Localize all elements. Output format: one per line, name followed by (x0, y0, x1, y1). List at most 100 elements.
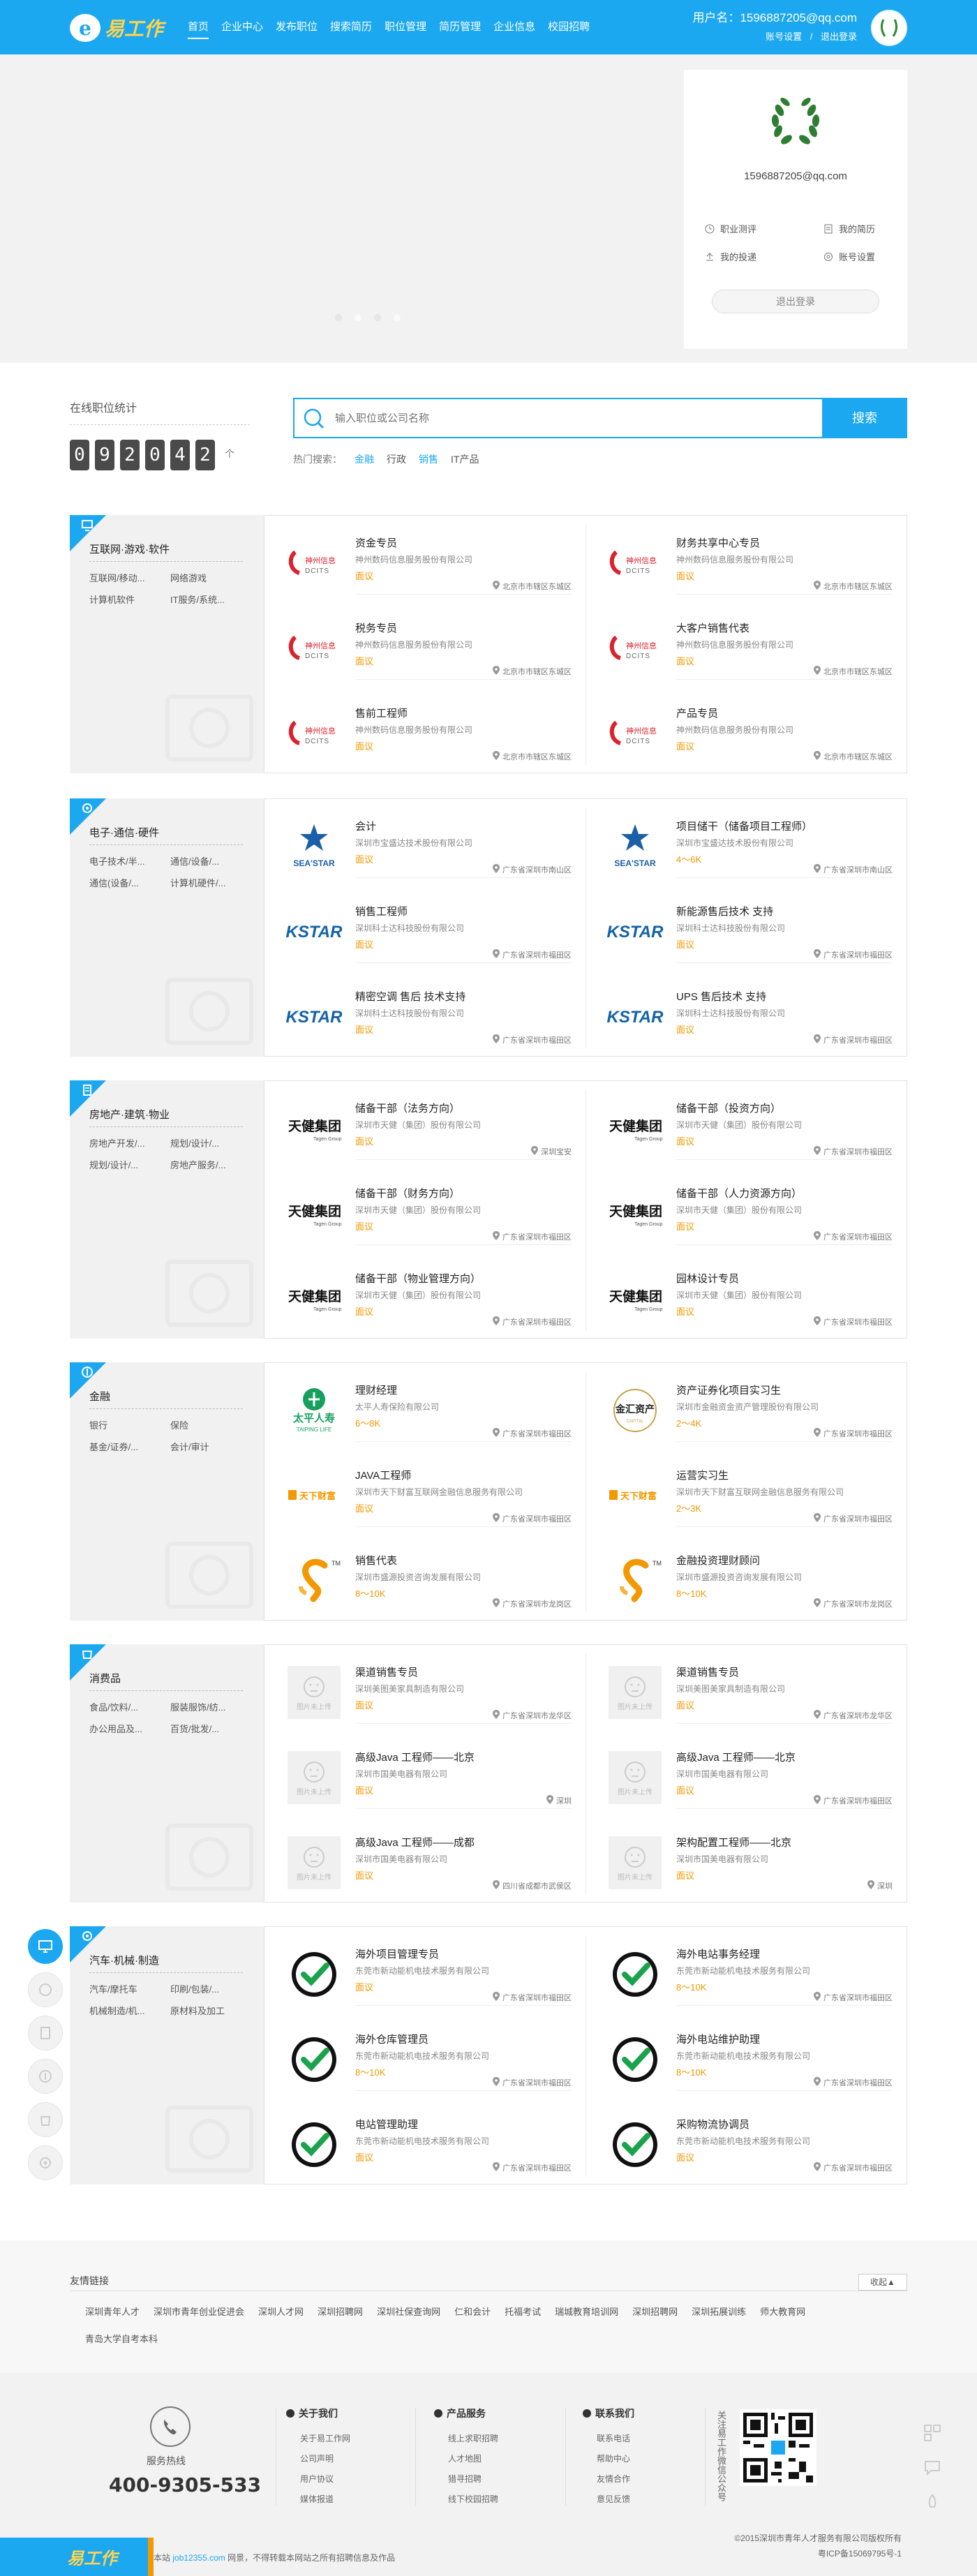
company-name[interactable]: 深圳市宝盛达技术股份有限公司 (355, 837, 472, 849)
job-title[interactable]: 新能源售后技术 支持 (676, 904, 773, 918)
friend-link[interactable]: 深圳青年人才 (85, 2305, 140, 2318)
company-name[interactable]: 深圳市天健（集团）股份有限公司 (676, 1119, 802, 1131)
company-name[interactable]: 深圳市国美电器有限公司 (355, 1768, 447, 1780)
job-card[interactable]: 天健集团 Tagen Group 储备干部（法务方向） 深圳市天健（集团）股份有限公司… (264, 1085, 572, 1163)
job-card[interactable]: 天下财富 JAVA工程师 深圳市天下财富互联网金融信息服务有限公司 面议 广东省深圳市福… (264, 1452, 572, 1531)
job-card[interactable]: KSTAR 销售工程师 深圳科士达科技股份有限公司 面议 广东省深圳市福田区 (264, 888, 572, 967)
job-title[interactable]: 电站管理助理 (355, 2117, 418, 2131)
company-logo[interactable] (285, 1948, 343, 2001)
header-username[interactable]: 1596887205@qq.com (740, 11, 857, 24)
footer-link[interactable]: 猎寻招聘 (434, 2469, 539, 2489)
collapse-button[interactable]: 收起▲ (858, 2274, 907, 2291)
subcategory-link[interactable]: 汽车/摩托车 (89, 1982, 170, 1995)
footer-link[interactable]: 关于易工作网 (286, 2429, 391, 2449)
industry-title[interactable]: 金融 (89, 1389, 110, 1404)
subcategory-link[interactable]: 通信(设备/... (89, 876, 170, 889)
company-logo[interactable]: 神州信息 DCITS (606, 622, 664, 675)
subcategory-link[interactable]: 基金/证券/... (89, 1440, 170, 1453)
hot-keyword[interactable]: 行政 (387, 452, 406, 466)
footer-link[interactable]: 公司声明 (286, 2449, 391, 2469)
subcategory-link[interactable]: IT服务/系统... (170, 593, 251, 606)
subcategory-link[interactable]: 原材料及加工 (170, 2004, 251, 2017)
job-card[interactable]: SEA'STAR 会计 深圳市宝盛达技术股份有限公司 面议 广东省深圳市南山区 (264, 803, 572, 881)
job-title[interactable]: 海外仓库管理员 (355, 2032, 428, 2046)
company-logo[interactable]: KSTAR (606, 905, 664, 958)
job-title[interactable]: 财务共享中心专员 (676, 535, 760, 550)
company-logo[interactable]: 天健集团 Tagen Group (285, 1187, 343, 1240)
job-title[interactable]: 理财经理 (355, 1383, 397, 1397)
company-name[interactable]: 深圳科士达科技股份有限公司 (355, 922, 464, 934)
job-card[interactable]: 天健集团 Tagen Group 储备干部（财务方向） 深圳市天健（集团）股份有限公司… (264, 1170, 572, 1249)
job-title[interactable]: 储备干部（投资方向） (676, 1101, 781, 1115)
company-logo[interactable] (606, 2033, 664, 2086)
nav-item[interactable]: 企业中心 (215, 0, 269, 54)
job-title[interactable]: 精密空调 售后 技术支持 (355, 989, 465, 1004)
job-card[interactable]: 采购物流协调员 东莞市新动能机电技术服务有限公司 面议 广东省深圳市福田区 (586, 2101, 893, 2180)
job-title[interactable]: 资产证券化项目实习生 (676, 1383, 781, 1397)
industry-title[interactable]: 汽车·机械·制造 (89, 1953, 159, 1967)
friend-link[interactable]: 深圳社保查询网 (377, 2305, 440, 2318)
job-title[interactable]: 会计 (355, 819, 376, 833)
company-logo[interactable]: 神州信息 DCITS (606, 537, 664, 590)
subcategory-link[interactable]: 食品/饮料/... (89, 1700, 170, 1713)
nav-item[interactable]: 简历管理 (433, 0, 487, 54)
profile-avatar[interactable] (764, 89, 827, 152)
company-logo[interactable]: 天健集团 Tagen Group (606, 1102, 664, 1155)
job-card[interactable]: KSTAR UPS 售后技术 支持 深圳科士达科技股份有限公司 面议 广东省深圳市福田区 (586, 974, 893, 1052)
subcategory-link[interactable]: 保险 (170, 1418, 251, 1431)
company-logo[interactable] (606, 1948, 664, 2001)
job-card[interactable]: 天健集团 Tagen Group 储备干部（人力资源方向） 深圳市天健（集团）股份有限… (586, 1170, 893, 1249)
friend-link[interactable]: 深圳人才网 (258, 2305, 304, 2318)
job-title[interactable]: 海外项目管理专员 (355, 1946, 439, 1961)
company-name[interactable]: 深圳市国美电器有限公司 (676, 1768, 768, 1780)
friend-link[interactable]: 仁和会计 (454, 2305, 491, 2318)
job-card[interactable]: 图片未上传 高级Java 工程师——北京 深圳市国美电器有限公司 面议 广东省深圳市福田… (586, 1734, 893, 1812)
company-name[interactable]: 东莞市新动能机电技术服务有限公司 (676, 2050, 810, 2062)
company-name[interactable]: 神州数码信息服务股份有限公司 (355, 639, 472, 650)
company-logo[interactable]: TM (285, 1554, 343, 1607)
nav-item[interactable]: 校园招聘 (542, 0, 596, 54)
nav-item[interactable]: 首页 (181, 0, 215, 54)
job-card[interactable]: SEA'STAR 项目储干（储备项目工程师） 深圳市宝盛达技术股份有限公司 4～6K 广… (586, 803, 893, 881)
nav-item[interactable]: 搜索简历 (324, 0, 378, 54)
subcategory-link[interactable]: 银行 (89, 1418, 170, 1431)
friend-link[interactable]: 深圳拓展训练 (692, 2305, 746, 2318)
company-logo[interactable]: 天健集团 Tagen Group (285, 1272, 343, 1325)
job-card[interactable]: 天健集团 Tagen Group 园林设计专员 深圳市天健（集团）股份有限公司 面议 广东… (586, 1256, 893, 1334)
subcategory-link[interactable]: 通信/设备/... (170, 854, 251, 868)
footer-link[interactable]: 人才地图 (434, 2449, 539, 2469)
feedback-tool-button[interactable] (918, 2454, 946, 2482)
industry-title[interactable]: 消费品 (89, 1671, 121, 1685)
company-name[interactable]: 深圳市国美电器有限公司 (355, 1853, 447, 1865)
job-card[interactable]: 神州信息 DCITS 产品专员 神州数码信息服务股份有限公司 面议 北京市市辖区东城区 (586, 690, 893, 768)
company-name[interactable]: 深圳市金融资金资产管理股份有限公司 (676, 1401, 819, 1413)
job-card[interactable]: KSTAR 精密空调 售后 技术支持 深圳科士达科技股份有限公司 面议 广东省深圳市福田… (264, 974, 572, 1052)
site-logo[interactable]: e 易工作 (70, 14, 163, 42)
company-logo[interactable]: KSTAR (606, 990, 664, 1043)
company-name[interactable]: 深圳市天健（集团）股份有限公司 (676, 1289, 802, 1301)
job-card[interactable]: TM 销售代表 深圳市盛源投资咨询发展有限公司 8～10K 广东省深圳市龙岗区 (264, 1538, 572, 1616)
company-logo[interactable]: 神州信息 DCITS (285, 537, 343, 590)
company-name[interactable]: 深圳市天健（集团）股份有限公司 (355, 1119, 481, 1131)
company-name[interactable]: 神州数码信息服务股份有限公司 (355, 553, 472, 565)
logout-button[interactable]: 退出登录 (712, 290, 879, 313)
industry-title[interactable]: 电子·通信·硬件 (89, 825, 159, 840)
header-logout-link[interactable]: 退出登录 (821, 31, 857, 42)
subcategory-link[interactable]: 房地产服务/... (170, 1158, 251, 1171)
friend-link[interactable]: 深圳招聘网 (318, 2305, 363, 2318)
job-title[interactable]: 产品专员 (676, 706, 718, 720)
company-name[interactable]: 深圳市国美电器有限公司 (676, 1853, 768, 1865)
company-name[interactable]: 深圳科士达科技股份有限公司 (676, 1007, 785, 1019)
footer-link[interactable]: 友情合作 (583, 2469, 687, 2489)
back-to-top-button[interactable] (918, 2489, 946, 2517)
job-card[interactable]: 天健集团 Tagen Group 储备干部（物业管理方向） 深圳市天健（集团）股份有限… (264, 1256, 572, 1334)
nav-item[interactable]: 企业信息 (487, 0, 542, 54)
company-logo[interactable] (285, 2033, 343, 2086)
job-card[interactable]: 图片未上传 高级Java 工程师——北京 深圳市国美电器有限公司 面议 深圳 (264, 1734, 572, 1812)
company-name[interactable]: 深圳市天健（集团）股份有限公司 (355, 1204, 481, 1216)
job-title[interactable]: 储备干部（物业管理方向） (355, 1271, 481, 1286)
company-name[interactable]: 东莞市新动能机电技术服务有限公司 (355, 1965, 489, 1976)
job-card[interactable]: 神州信息 DCITS 大客户销售代表 神州数码信息服务股份有限公司 面议 北京市市辖区东城… (586, 605, 893, 683)
company-logo[interactable]: TM (606, 1554, 664, 1607)
friend-link[interactable]: 托福考试 (505, 2305, 541, 2318)
